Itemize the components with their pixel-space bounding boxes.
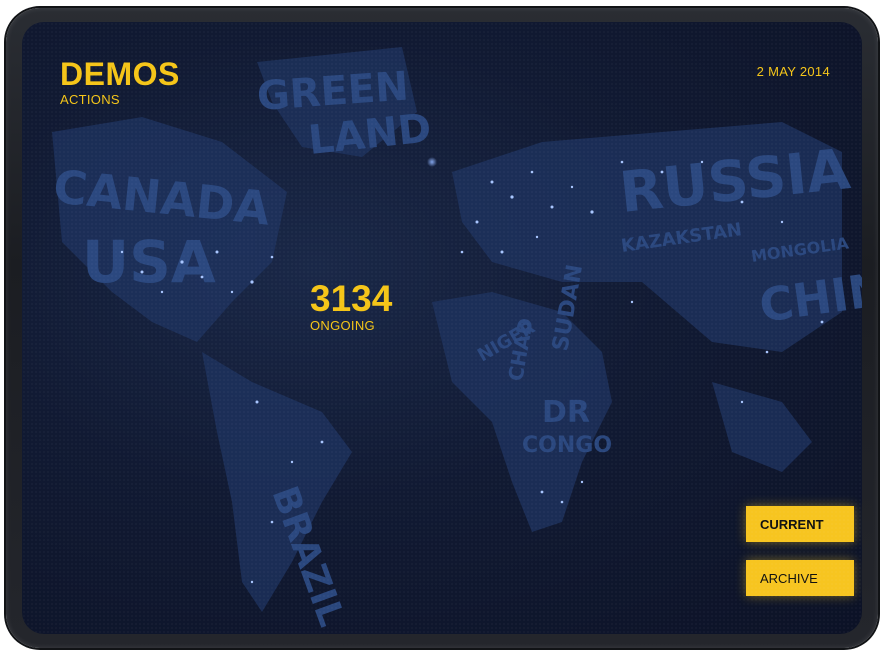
- map-label: USA: [82, 228, 216, 296]
- ongoing-label: ONGOING: [310, 318, 375, 333]
- map-label: DR: [542, 395, 590, 430]
- world-map[interactable]: GREEN LAND CANADA USA RUSSIA KAZAKSTAN M…: [22, 22, 862, 634]
- tablet-frame: GREEN LAND CANADA USA RUSSIA KAZAKSTAN M…: [6, 8, 878, 648]
- date-label: 2 MAY 2014: [756, 64, 830, 79]
- app-title: DEMOS: [60, 56, 180, 92]
- ongoing-counter: 3134 ONGOING: [310, 278, 393, 334]
- archive-button[interactable]: ARCHIVE: [746, 560, 854, 596]
- map-label: CONGO: [522, 433, 612, 458]
- current-button[interactable]: CURRENT: [746, 506, 854, 542]
- ongoing-count: 3134: [310, 278, 393, 319]
- app-subtitle: ACTIONS: [60, 92, 120, 107]
- app-brand: DEMOS ACTIONS: [60, 58, 180, 107]
- landmasses: [52, 47, 842, 612]
- map-screen: GREEN LAND CANADA USA RUSSIA KAZAKSTAN M…: [22, 22, 862, 634]
